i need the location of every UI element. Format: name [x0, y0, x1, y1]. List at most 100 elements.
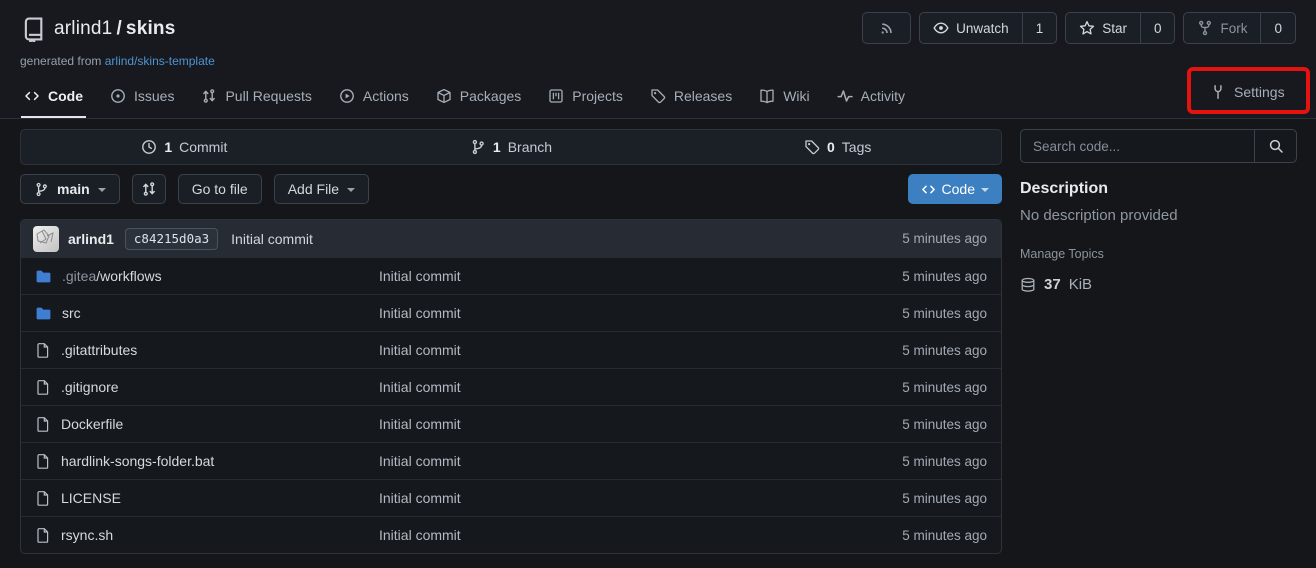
file-icon	[35, 527, 51, 543]
file-time: 5 minutes ago	[902, 417, 987, 432]
file-row: LICENSE Initial commit 5 minutes ago	[21, 479, 1001, 516]
repo-page: arlind1/skins generated from arlind/skin…	[0, 0, 1316, 568]
repo-sidebar: Description No description provided Mana…	[1020, 129, 1297, 293]
repo-title: arlind1/skins	[54, 18, 176, 40]
file-time: 5 minutes ago	[902, 380, 987, 395]
tag-icon	[650, 88, 666, 104]
code-search-box	[1020, 129, 1297, 163]
avatar[interactable]	[33, 226, 59, 252]
forks-count[interactable]: 0	[1260, 13, 1295, 43]
file-name-link[interactable]: .gitea/workflows	[62, 268, 162, 284]
pull-request-icon	[201, 88, 217, 104]
latest-commit-row: arlind1 c84215d0a3 Initial commit 5 minu…	[21, 220, 1001, 257]
file-time: 5 minutes ago	[902, 269, 987, 284]
template-repo-link[interactable]: arlind/skins-template	[105, 54, 215, 68]
file-commit-message-link[interactable]: Initial commit	[379, 527, 461, 543]
commit-hash-link[interactable]: c84215d0a3	[125, 228, 218, 250]
file-commit-message-link[interactable]: Initial commit	[379, 305, 461, 321]
file-row: hardlink-songs-folder.bat Initial commit…	[21, 442, 1001, 479]
tools-icon	[1210, 84, 1226, 100]
generated-from-label: generated from	[20, 54, 101, 68]
file-name-link[interactable]: hardlink-songs-folder.bat	[61, 453, 214, 469]
file-name-link[interactable]: src	[62, 305, 81, 321]
watch-button-group: Unwatch 1	[919, 12, 1057, 44]
search-icon	[1268, 138, 1284, 154]
file-row: rsync.sh Initial commit 5 minutes ago	[21, 516, 1001, 553]
file-commit-message-link[interactable]: Initial commit	[379, 490, 461, 506]
file-row: .gitattributes Initial commit 5 minutes …	[21, 331, 1001, 368]
repo-action-buttons: Unwatch 1 Star 0	[862, 12, 1296, 44]
book-open-icon	[759, 88, 775, 104]
commit-message-link[interactable]: Initial commit	[231, 231, 313, 247]
file-table: arlind1 c84215d0a3 Initial commit 5 minu…	[20, 219, 1002, 554]
file-commit-message-link[interactable]: Initial commit	[379, 379, 461, 395]
tab-packages[interactable]: Packages	[436, 74, 521, 118]
project-board-icon	[548, 88, 564, 104]
commits-stat[interactable]: 1Commit	[21, 130, 348, 164]
star-button[interactable]: Star	[1066, 13, 1140, 43]
file-name-link[interactable]: .gitignore	[61, 379, 119, 395]
git-branch-icon	[34, 182, 49, 197]
page-header: arlind1/skins generated from arlind/skin…	[0, 0, 1316, 119]
file-name-link[interactable]: rsync.sh	[61, 527, 113, 543]
fork-icon	[1197, 20, 1213, 36]
history-icon	[141, 139, 157, 155]
git-branch-icon	[470, 139, 486, 155]
go-to-file-button[interactable]: Go to file	[178, 174, 262, 204]
file-commit-message-link[interactable]: Initial commit	[379, 342, 461, 358]
tab-issues[interactable]: Issues	[110, 74, 174, 118]
tab-wiki[interactable]: Wiki	[759, 74, 809, 118]
fork-button[interactable]: Fork	[1184, 13, 1260, 43]
repo-name-link[interactable]: skins	[126, 18, 176, 39]
rss-button[interactable]	[862, 12, 911, 44]
branch-selector[interactable]: main	[20, 174, 120, 204]
file-time: 5 minutes ago	[902, 306, 987, 321]
add-file-button[interactable]: Add File	[274, 174, 369, 204]
code-icon	[24, 88, 40, 104]
star-icon	[1079, 20, 1095, 36]
tab-pull-requests[interactable]: Pull Requests	[201, 74, 311, 118]
file-row: .gitignore Initial commit 5 minutes ago	[21, 368, 1001, 405]
tab-actions[interactable]: Actions	[339, 74, 409, 118]
file-commit-message-link[interactable]: Initial commit	[379, 268, 461, 284]
tab-projects[interactable]: Projects	[548, 74, 623, 118]
manage-topics-link[interactable]: Manage Topics	[1020, 247, 1297, 261]
unwatch-button[interactable]: Unwatch	[920, 13, 1022, 43]
repo-tab-bar: Code Issues Pull Requests	[24, 74, 905, 118]
description-title: Description	[1020, 180, 1297, 198]
commit-author-link[interactable]: arlind1	[68, 231, 114, 247]
search-input[interactable]	[1021, 130, 1254, 162]
code-download-button[interactable]: Code	[908, 174, 1002, 204]
file-name-link[interactable]: LICENSE	[61, 490, 121, 506]
caret-down-icon	[347, 188, 355, 192]
tags-stat[interactable]: 0Tags	[674, 130, 1001, 164]
watchers-count[interactable]: 1	[1022, 13, 1057, 43]
file-commit-message-link[interactable]: Initial commit	[379, 416, 461, 432]
file-time: 5 minutes ago	[902, 454, 987, 469]
tab-settings[interactable]: Settings	[1210, 68, 1285, 115]
file-icon	[35, 453, 51, 469]
file-commit-message-link[interactable]: Initial commit	[379, 453, 461, 469]
tab-activity[interactable]: Activity	[837, 74, 905, 118]
repo-owner-link[interactable]: arlind1	[54, 18, 112, 39]
folder-icon	[35, 305, 52, 322]
pulse-icon	[837, 88, 853, 104]
commit-time: 5 minutes ago	[902, 231, 987, 246]
search-button[interactable]	[1254, 130, 1296, 162]
eye-icon	[933, 20, 949, 36]
compare-button[interactable]	[132, 174, 166, 204]
code-icon	[921, 182, 936, 197]
tab-releases[interactable]: Releases	[650, 74, 732, 118]
tab-code[interactable]: Code	[24, 74, 83, 118]
file-icon	[35, 416, 51, 432]
generated-from-line: generated from arlind/skins-template	[20, 54, 215, 68]
stars-count[interactable]: 0	[1140, 13, 1175, 43]
branches-stat[interactable]: 1Branch	[348, 130, 675, 164]
file-icon	[35, 490, 51, 506]
file-name-link[interactable]: .gitattributes	[61, 342, 137, 358]
tag-icon	[804, 139, 820, 155]
file-name-link[interactable]: Dockerfile	[61, 416, 123, 432]
folder-icon	[35, 268, 52, 285]
compare-icon	[141, 181, 157, 197]
caret-down-icon	[981, 188, 989, 192]
